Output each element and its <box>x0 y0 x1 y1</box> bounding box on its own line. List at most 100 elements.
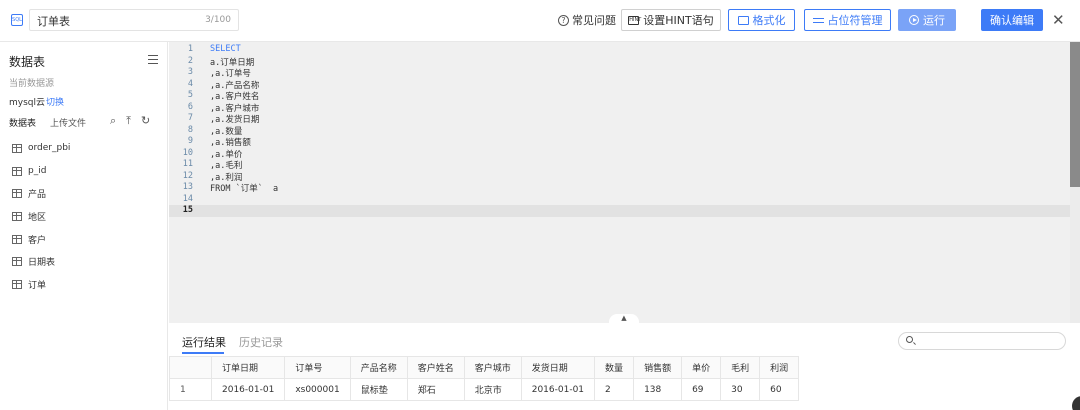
code-line[interactable]: 6 ,a.客户城市 <box>169 102 1070 114</box>
sidebar-table-label: 产品 <box>28 190 47 201</box>
line-number: 14 <box>182 193 193 204</box>
refresh-icon[interactable]: ↻ <box>141 114 150 128</box>
column-header[interactable] <box>169 356 212 379</box>
code-line[interactable]: 3 ,a.订单号 <box>169 67 1070 79</box>
line-number: 6 <box>187 101 193 112</box>
run-button[interactable]: 运行 <box>898 9 956 31</box>
table-icon <box>12 257 22 267</box>
line-number: 10 <box>182 147 193 158</box>
table-icon <box>12 279 22 289</box>
sidebar-table-item[interactable]: 订单 <box>0 273 168 296</box>
column-header[interactable]: 订单号 <box>284 356 351 379</box>
tab-run-results[interactable]: 运行结果 <box>182 334 226 350</box>
format-icon <box>737 15 749 25</box>
code-line[interactable]: 15 <box>169 205 1070 217</box>
sidebar-table-label: 日期表 <box>28 258 56 269</box>
code-text: ,a.发货日期 <box>210 115 260 125</box>
table-cell: 2016-01-01 <box>210 378 286 401</box>
table-cell: 鼠标垫 <box>349 378 408 401</box>
code-line[interactable]: 14 <box>169 194 1070 206</box>
table-cell: 30 <box>720 378 761 401</box>
code-line[interactable]: 11 ,a.毛利 <box>169 159 1070 171</box>
column-header[interactable]: 发货日期 <box>520 356 596 379</box>
sidebar-table-label: 客户 <box>28 235 47 246</box>
column-header[interactable]: 销售额 <box>633 356 683 379</box>
column-header[interactable]: 客户城市 <box>463 356 522 379</box>
table-cell: 138 <box>633 378 683 401</box>
tab-tables[interactable]: 数据表 <box>9 116 36 129</box>
upload-icon[interactable]: ⤒ <box>126 114 131 128</box>
code-line[interactable]: 2 a.订单日期 <box>169 56 1070 68</box>
line-number: 1 <box>187 44 193 54</box>
tab-upload-file[interactable]: 上传文件 <box>50 116 86 129</box>
line-number: 13 <box>182 182 193 192</box>
results-panel: 运行结果 历史记录 订单日期 订单号 产品名称 客户姓名 客户城市 发货日期 数量 销售额 单价… <box>169 323 1080 410</box>
sidebar-table-item[interactable]: 客户 <box>0 228 168 251</box>
table-cell: 北京市 <box>463 378 522 401</box>
results-search-input[interactable] <box>898 332 1066 350</box>
line-number: 5 <box>187 90 193 100</box>
table-icon <box>12 166 22 176</box>
column-header[interactable]: 毛利 <box>720 356 761 379</box>
line-number: 2 <box>187 55 193 66</box>
code-line[interactable]: 13 FROM `订单` a <box>169 182 1070 194</box>
table-row[interactable]: 1 2016-01-01 xs000001 鼠标垫 郑石 北京市 2016-01-01 2 13… <box>169 378 800 401</box>
active-tab-indicator <box>182 352 224 354</box>
table-icon <box>12 143 22 153</box>
format-label: 格式化 <box>752 14 786 27</box>
table-icon <box>12 211 22 221</box>
column-header[interactable]: 利润 <box>759 356 800 379</box>
format-button[interactable]: 格式化 <box>728 9 795 31</box>
editor-scrollbar[interactable] <box>1070 42 1080 323</box>
results-table: 订单日期 订单号 产品名称 客户姓名 客户城市 发货日期 数量 销售额 单价 毛利 利润 1 2016… <box>169 356 800 401</box>
collapse-sidebar-icon[interactable] <box>148 55 158 64</box>
code-text: ,a.产品名称 <box>210 80 260 91</box>
column-header[interactable]: 单价 <box>681 356 722 379</box>
column-header[interactable]: 订单日期 <box>210 356 286 379</box>
current-source-label: 当前数据源 <box>9 79 55 89</box>
line-number: 12 <box>182 170 193 181</box>
sidebar-table-label: order_pbi <box>28 143 71 154</box>
table-list: order_pbi p_id 产品地区客户日期表订单 <box>0 137 168 296</box>
code-text: SELECT <box>210 44 241 54</box>
sql-code-editor[interactable]: 1 SELECT 2 a.订单日期 3 ,a.订单号 4 ,a.产品名称 5 ,a.客户姓名 6 ,a… <box>169 42 1080 323</box>
sidebar-table-item[interactable]: 地区 <box>0 205 168 228</box>
sidebar-table-item[interactable]: p_id <box>0 160 168 183</box>
code-line[interactable]: 5 ,a.客户姓名 <box>169 90 1070 102</box>
line-number: 9 <box>187 136 193 146</box>
current-source-name: mysql云 <box>9 98 45 108</box>
row-index: 1 <box>169 378 212 401</box>
code-line[interactable]: 9 ,a.销售额 <box>169 136 1070 148</box>
set-hint-button[interactable]: HINT 设置HINT语句 <box>621 9 721 31</box>
code-line[interactable]: 1 SELECT <box>169 44 1070 56</box>
title-input-value: 订单表 <box>37 15 70 28</box>
title-input[interactable]: 订单表 3/100 <box>29 9 239 31</box>
sidebar-tools: ⌕ ⤒ ↻ <box>110 114 150 128</box>
column-header[interactable]: 数量 <box>594 356 635 379</box>
search-icon <box>906 336 913 343</box>
close-icon[interactable]: ✕ <box>1052 10 1065 30</box>
sidebar-table-item[interactable]: 产品 <box>0 182 168 205</box>
code-line[interactable]: 10 ,a.单价 <box>169 148 1070 160</box>
code-text: ,a.销售额 <box>210 138 251 148</box>
search-icon[interactable]: ⌕ <box>110 114 116 128</box>
placeholder-manage-label: 占位符管理 <box>827 14 883 27</box>
table-icon <box>12 234 22 244</box>
code-line[interactable]: 8 ,a.数量 <box>169 125 1070 137</box>
column-header[interactable]: 产品名称 <box>349 356 408 379</box>
editor-scrollbar-thumb[interactable] <box>1070 42 1080 187</box>
panel-resize-handle[interactable]: ▲ <box>609 314 639 323</box>
code-line[interactable]: 12 ,a.利润 <box>169 171 1070 183</box>
faq-link[interactable]: ? 常见问题 <box>558 12 616 28</box>
placeholder-manage-button[interactable]: 占位符管理 <box>804 9 891 31</box>
tab-history[interactable]: 历史记录 <box>239 334 283 350</box>
confirm-edit-button[interactable]: 确认编辑 <box>981 9 1043 31</box>
table-icon <box>12 189 22 199</box>
confirm-edit-label: 确认编辑 <box>990 14 1034 27</box>
switch-source-link[interactable]: 切换 <box>46 95 64 108</box>
sidebar-table-item[interactable]: 日期表 <box>0 250 168 273</box>
code-line[interactable]: 4 ,a.产品名称 <box>169 79 1070 91</box>
code-line[interactable]: 7 ,a.发货日期 <box>169 113 1070 125</box>
column-header[interactable]: 客户姓名 <box>406 356 465 379</box>
sidebar-table-item[interactable]: order_pbi <box>0 137 168 160</box>
